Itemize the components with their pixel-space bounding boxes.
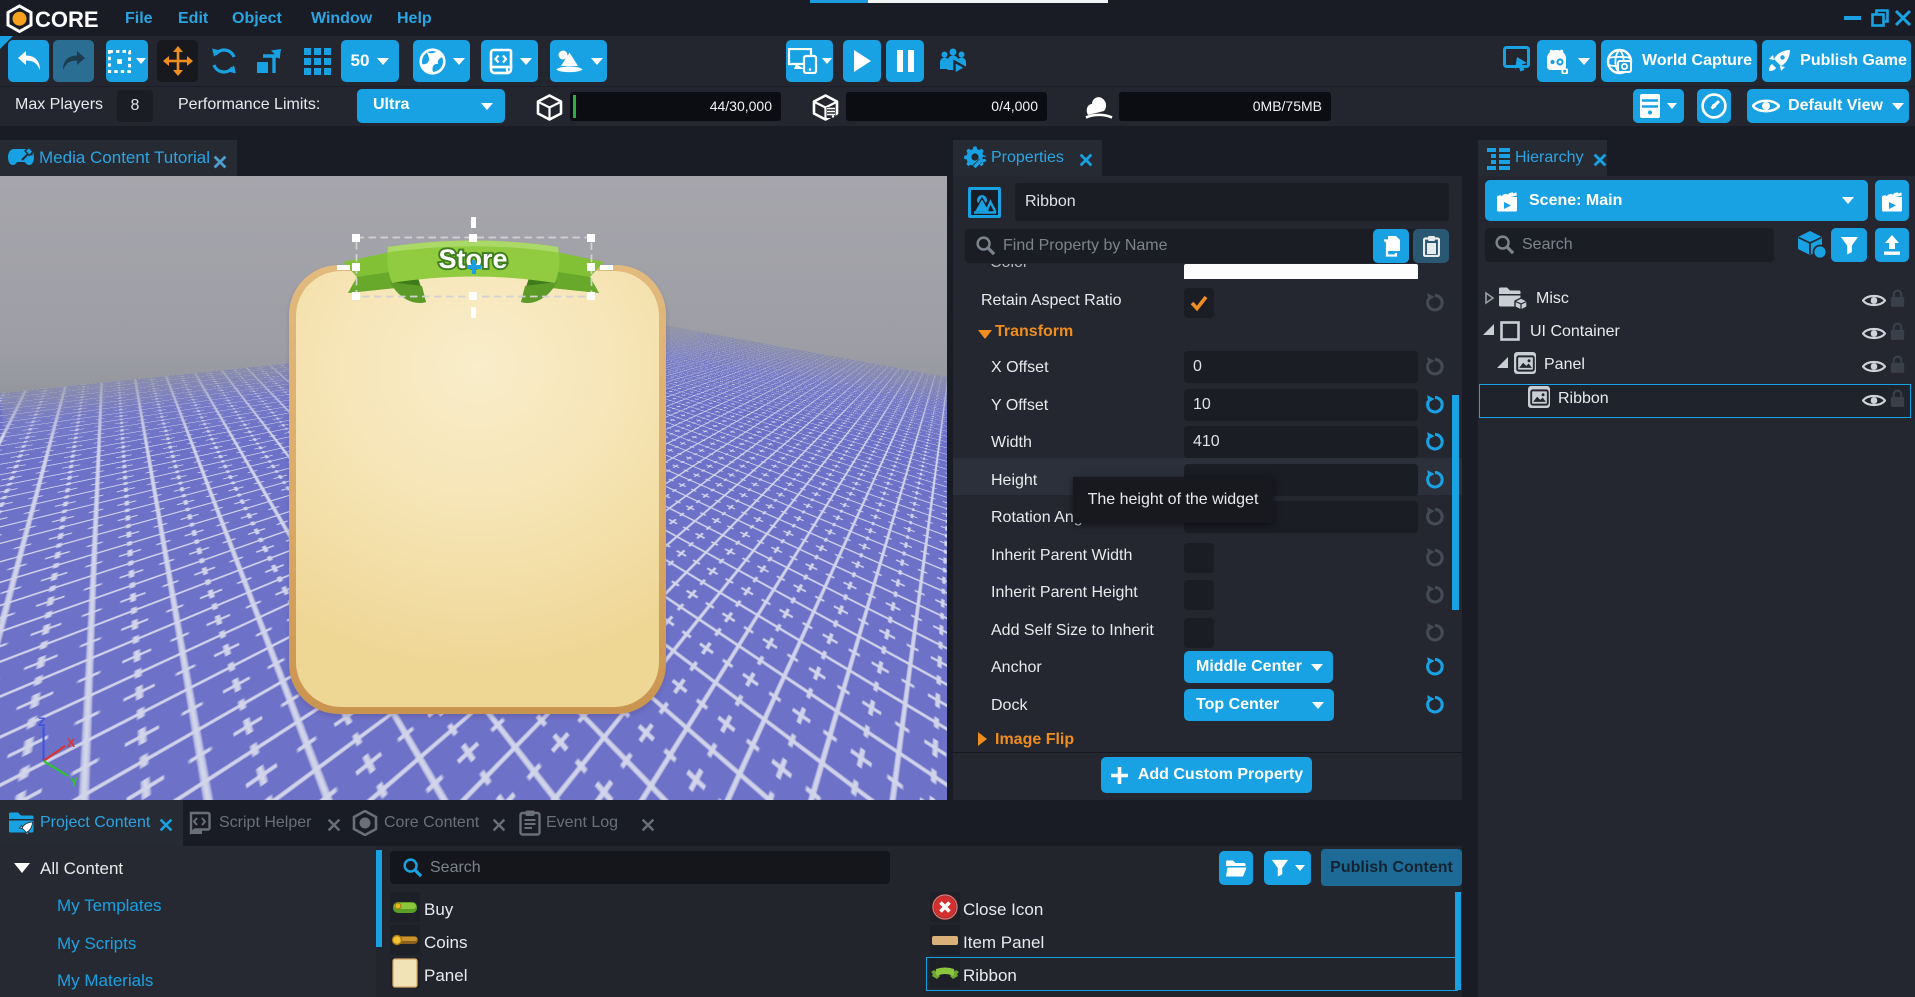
svg-text:Y: Y [70,775,78,786]
svg-text:Z: Z [38,716,45,729]
svg-text:X: X [67,736,75,750]
svg-text:CORE: CORE [35,7,99,32]
